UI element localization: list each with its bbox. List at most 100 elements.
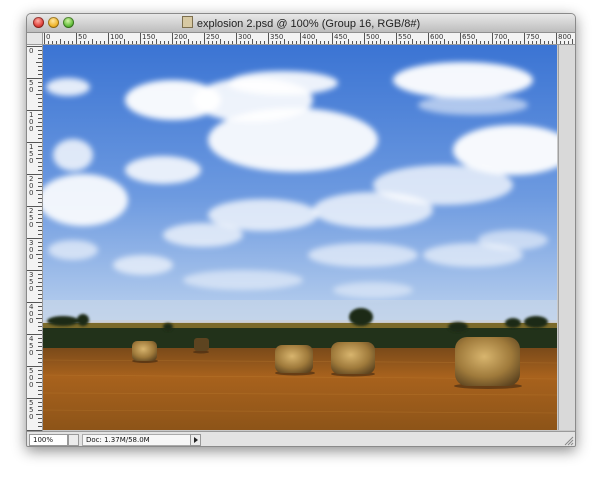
ruler-minor-tick xyxy=(244,41,245,44)
ruler-minor-tick xyxy=(276,41,277,44)
ruler-minor-tick xyxy=(36,62,42,63)
ruler-label: 700 xyxy=(494,33,508,41)
ruler-minor-tick xyxy=(540,39,541,44)
ruler-minor-tick xyxy=(38,74,42,75)
ruler-minor-tick xyxy=(38,90,42,91)
resize-grip-icon[interactable] xyxy=(563,435,574,446)
ruler-minor-tick xyxy=(52,41,53,44)
ruler-minor-tick xyxy=(484,41,485,44)
ruler-minor-tick xyxy=(440,41,441,44)
ruler-minor-tick xyxy=(500,41,501,44)
ruler-minor-tick xyxy=(480,41,481,44)
ruler-minor-tick xyxy=(308,41,309,44)
ruler-label: 200 xyxy=(174,33,188,41)
ruler-minor-tick xyxy=(252,39,253,44)
ruler-minor-tick xyxy=(240,41,241,44)
ruler-minor-tick xyxy=(508,39,509,44)
arrow-right-icon[interactable] xyxy=(190,434,201,446)
ruler-minor-tick xyxy=(544,41,545,44)
ruler-minor-tick xyxy=(38,202,42,203)
ruler-major-tick xyxy=(492,33,493,44)
ruler-minor-tick xyxy=(38,182,42,183)
ruler-minor-tick xyxy=(184,41,185,44)
ruler-minor-tick xyxy=(224,41,225,44)
ruler-minor-tick xyxy=(38,402,42,403)
ruler-label: 1 0 0 xyxy=(29,111,34,133)
ruler-minor-tick xyxy=(448,41,449,44)
ruler-minor-tick xyxy=(376,41,377,44)
ruler-minor-tick xyxy=(216,41,217,44)
ruler-minor-tick xyxy=(320,41,321,44)
vertical-ruler[interactable]: 0 5 0 1 0 0 1 5 0 2 0 0 2 5 0 3 0 0 3 5 0 4 0 0 4… xyxy=(27,45,43,431)
ruler-minor-tick xyxy=(38,298,42,299)
ruler-minor-tick xyxy=(38,374,42,375)
title-bar[interactable]: explosion 2.psd @ 100% (Group 16, RGB/8#… xyxy=(27,14,575,33)
ruler-minor-tick xyxy=(356,41,357,44)
ruler-minor-tick xyxy=(260,41,261,44)
ruler-minor-tick xyxy=(100,41,101,44)
ruler-minor-tick xyxy=(464,41,465,44)
ruler-minor-tick xyxy=(38,306,42,307)
ruler-minor-tick xyxy=(38,386,42,387)
photo-canvas xyxy=(43,45,557,430)
ruler-minor-tick xyxy=(424,41,425,44)
ruler-minor-tick xyxy=(72,41,73,44)
ruler-major-tick xyxy=(204,33,205,44)
ruler-label: 600 xyxy=(430,33,444,41)
ruler-minor-tick xyxy=(176,41,177,44)
vertical-scrollbar[interactable] xyxy=(558,45,575,430)
ruler-minor-tick xyxy=(38,346,42,347)
ruler-minor-tick xyxy=(572,39,573,44)
ruler-minor-tick xyxy=(344,41,345,44)
ruler-minor-tick xyxy=(504,41,505,44)
status-bar: 100% Doc: 1.37M/58.0M xyxy=(27,431,575,446)
ruler-minor-tick xyxy=(560,41,561,44)
ruler-minor-tick xyxy=(38,150,42,151)
ruler-minor-tick xyxy=(38,50,42,51)
ruler-minor-tick xyxy=(38,274,42,275)
ruler-minor-tick xyxy=(348,39,349,44)
ruler-minor-tick xyxy=(38,410,42,411)
ruler-minor-tick xyxy=(228,41,229,44)
ruler-minor-tick xyxy=(38,358,42,359)
ruler-minor-tick xyxy=(248,41,249,44)
ruler-minor-tick xyxy=(336,41,337,44)
document-canvas[interactable] xyxy=(43,45,557,430)
status-icon[interactable] xyxy=(68,434,79,446)
ruler-label: 250 xyxy=(206,33,220,41)
ruler-minor-tick xyxy=(38,422,42,423)
ruler-minor-tick xyxy=(392,41,393,44)
ruler-minor-tick xyxy=(548,41,549,44)
ruler-label: 300 xyxy=(238,33,252,41)
horizontal-ruler[interactable]: 0 50 100 150 200 250 300 350 400 450 500 550 600 650 7… xyxy=(43,33,575,45)
ruler-label: 5 0 xyxy=(29,79,34,94)
ruler-minor-tick xyxy=(38,214,42,215)
ruler-minor-tick xyxy=(488,41,489,44)
ruler-minor-tick xyxy=(38,266,42,267)
ruler-minor-tick xyxy=(92,39,93,44)
ruler-minor-tick xyxy=(36,414,42,415)
ruler-minor-tick xyxy=(38,310,42,311)
ruler-minor-tick xyxy=(288,41,289,44)
ruler-minor-tick xyxy=(316,39,317,44)
ruler-label: 500 xyxy=(366,33,380,41)
ruler-minor-tick xyxy=(104,41,105,44)
ruler-minor-tick xyxy=(36,158,42,159)
ruler-major-tick xyxy=(140,33,141,44)
ruler-minor-tick xyxy=(208,41,209,44)
ruler-minor-tick xyxy=(38,326,42,327)
ruler-minor-tick xyxy=(36,94,42,95)
ruler-minor-tick xyxy=(68,41,69,44)
ruler-minor-tick xyxy=(38,354,42,355)
ruler-minor-tick xyxy=(38,234,42,235)
ruler-origin[interactable] xyxy=(27,33,43,45)
ruler-minor-tick xyxy=(328,41,329,44)
ruler-minor-tick xyxy=(38,134,42,135)
ruler-minor-tick xyxy=(64,41,65,44)
ruler-minor-tick xyxy=(36,190,42,191)
ruler-minor-tick xyxy=(232,41,233,44)
ruler-minor-tick xyxy=(532,41,533,44)
ruler-major-tick xyxy=(268,33,269,44)
ruler-minor-tick xyxy=(38,170,42,171)
zoom-level-field[interactable]: 100% xyxy=(29,434,68,446)
